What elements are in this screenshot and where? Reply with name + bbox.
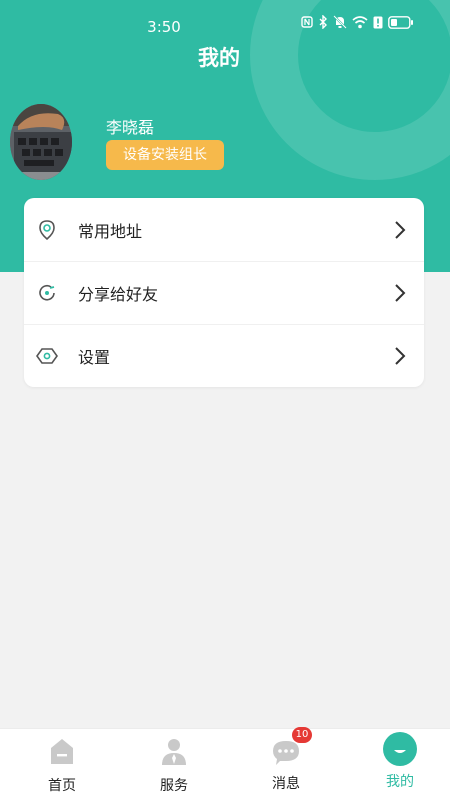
bluetooth-icon: [319, 15, 327, 29]
bottom-tab-bar: 首页 服务 10 消息 我的: [0, 727, 450, 800]
tab-label: 服务: [160, 778, 188, 794]
menu-item-label: 设置: [78, 348, 111, 367]
tab-messages[interactable]: 10 消息: [236, 727, 336, 800]
menu-item-label: 常用地址: [78, 221, 143, 241]
tab-label: 首页: [48, 778, 76, 794]
unread-badge: 10: [292, 727, 312, 743]
tab-label: 我的: [386, 774, 414, 790]
menu-card: 常用地址 分享给好友 设置: [24, 198, 424, 387]
menu-item-address[interactable]: 常用地址: [24, 198, 424, 261]
avatar-photo: [10, 104, 72, 180]
tab-label: 消息: [272, 776, 300, 792]
profile-icon: [383, 732, 417, 766]
page-title: 我的: [198, 46, 240, 70]
menu-item-share[interactable]: 分享给好友: [24, 261, 424, 324]
profile-screen: 3:50 我的 李晓磊 设备安装组长 常用地址 分享给好友 设置 首页 服务 1…: [0, 0, 450, 800]
alert-icon: [373, 16, 383, 28]
home-icon: [51, 739, 73, 764]
chevron-right-icon: [395, 284, 406, 302]
status-icons: [301, 15, 414, 29]
menu-item-label: 分享给好友: [78, 285, 159, 304]
chevron-right-icon: [395, 220, 406, 239]
user-name: 李晓磊: [106, 118, 155, 137]
share-refresh-icon: [39, 284, 55, 301]
role-badge: 设备安装组长: [106, 140, 224, 170]
tab-service[interactable]: 服务: [124, 729, 224, 800]
tab-profile[interactable]: 我的: [350, 729, 450, 800]
nfc-icon: [301, 16, 313, 28]
wifi-icon: [352, 15, 368, 28]
settings-hex-icon: [36, 348, 58, 364]
location-pin-icon: [39, 219, 55, 240]
chevron-right-icon: [395, 347, 406, 365]
status-time: 3:50: [147, 18, 181, 36]
menu-item-settings[interactable]: 设置: [24, 324, 424, 387]
tab-home[interactable]: 首页: [12, 729, 112, 800]
battery-icon: [388, 15, 413, 29]
person-icon: [162, 739, 186, 765]
mute-bell-icon: [333, 15, 347, 29]
avatar[interactable]: [10, 104, 72, 180]
